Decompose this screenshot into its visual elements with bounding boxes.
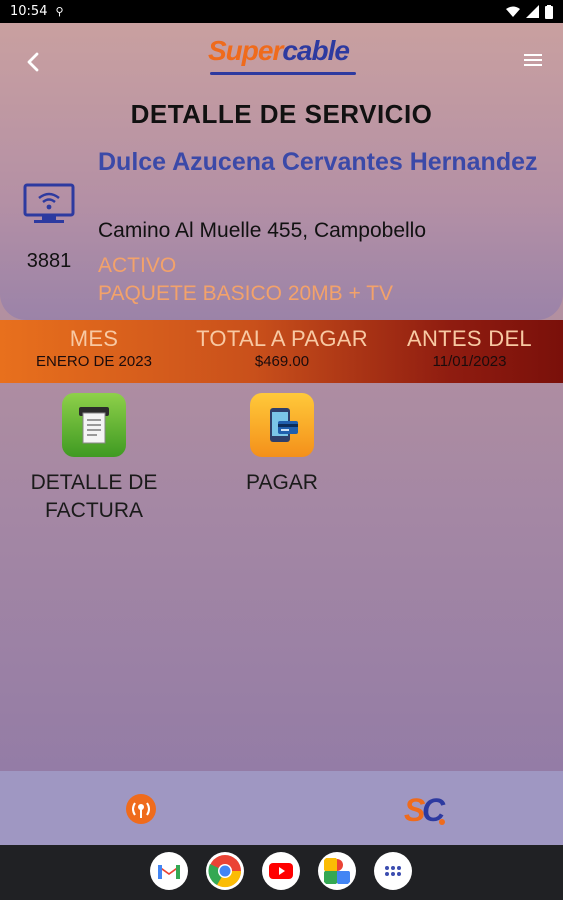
- youtube-app-icon[interactable]: [262, 852, 300, 890]
- bottom-navigation: S C: [0, 771, 563, 845]
- menu-button[interactable]: [518, 45, 548, 75]
- status-time: 10:54: [10, 4, 48, 19]
- logo-cable-text: cable: [282, 35, 350, 66]
- account-number: 3881: [26, 250, 72, 272]
- month-value: ENERO DE 2023: [36, 353, 152, 370]
- photos-app-icon[interactable]: [318, 852, 356, 890]
- customer-address: Camino Al Muelle 455, Campobello: [98, 219, 427, 242]
- due-value: 11/01/2023: [432, 353, 507, 370]
- billing-summary-bar: MES ENERO DE 2023 TOTAL A PAGAR $469.00 …: [0, 320, 563, 383]
- status-bar: 10:54 ⚲: [0, 0, 563, 23]
- pay-button[interactable]: PAGAR: [202, 393, 362, 497]
- app-drawer-icon[interactable]: [374, 852, 412, 890]
- phone-card-icon: [250, 393, 314, 457]
- invoice-detail-label: DETALLE DE FACTURA: [14, 469, 174, 525]
- battery-icon: [545, 4, 553, 19]
- status-icons: [506, 4, 553, 19]
- wifi-status-icon: [506, 6, 520, 17]
- chrome-app-icon[interactable]: [206, 852, 244, 890]
- logo-super-text: Super: [208, 35, 283, 66]
- sc-logo-icon: S C: [404, 792, 446, 828]
- service-status: ACTIVO: [98, 254, 177, 277]
- system-dock: [0, 845, 563, 900]
- summary-due-date: ANTES DEL 11/01/2023: [376, 326, 563, 370]
- nav-supercable-button[interactable]: S C: [402, 789, 448, 829]
- hamburger-menu-icon: [524, 54, 542, 66]
- total-label: TOTAL A PAGAR: [196, 326, 368, 351]
- back-button[interactable]: [18, 47, 48, 77]
- summary-month: MES ENERO DE 2023: [0, 326, 188, 370]
- antenna-icon: [126, 794, 156, 824]
- chevron-left-icon: [27, 52, 39, 72]
- pay-label: PAGAR: [246, 471, 318, 494]
- invoice-detail-label-line2: FACTURA: [44, 499, 143, 522]
- invoice-detail-label-line1: DETALLE DE: [30, 471, 158, 494]
- nav-antenna-button[interactable]: [121, 789, 161, 829]
- receipt-icon: [62, 393, 126, 457]
- gmail-app-icon[interactable]: [150, 852, 188, 890]
- charging-icon: ⚲: [55, 6, 64, 18]
- invoice-detail-button[interactable]: DETALLE DE FACTURA: [14, 393, 174, 525]
- summary-total: TOTAL A PAGAR $469.00: [188, 326, 376, 370]
- month-label: MES: [69, 326, 119, 351]
- tv-wifi-icon: [23, 183, 75, 223]
- total-value: $469.00: [254, 353, 310, 370]
- due-label: ANTES DEL: [407, 326, 532, 351]
- logo-underline: [210, 72, 356, 75]
- supercable-logo: Supercable: [208, 35, 358, 75]
- service-header-card: Supercable DETALLE DE SERVICIO 3881 Dulc…: [0, 23, 563, 320]
- customer-name: Dulce Azucena Cervantes Hernandez: [98, 148, 538, 176]
- page-title: DETALLE DE SERVICIO: [130, 99, 433, 129]
- signal-icon: [526, 5, 539, 18]
- app-screen: Supercable DETALLE DE SERVICIO 3881 Dulc…: [0, 23, 563, 845]
- service-package: PAQUETE BASICO 20MB + TV: [98, 282, 394, 305]
